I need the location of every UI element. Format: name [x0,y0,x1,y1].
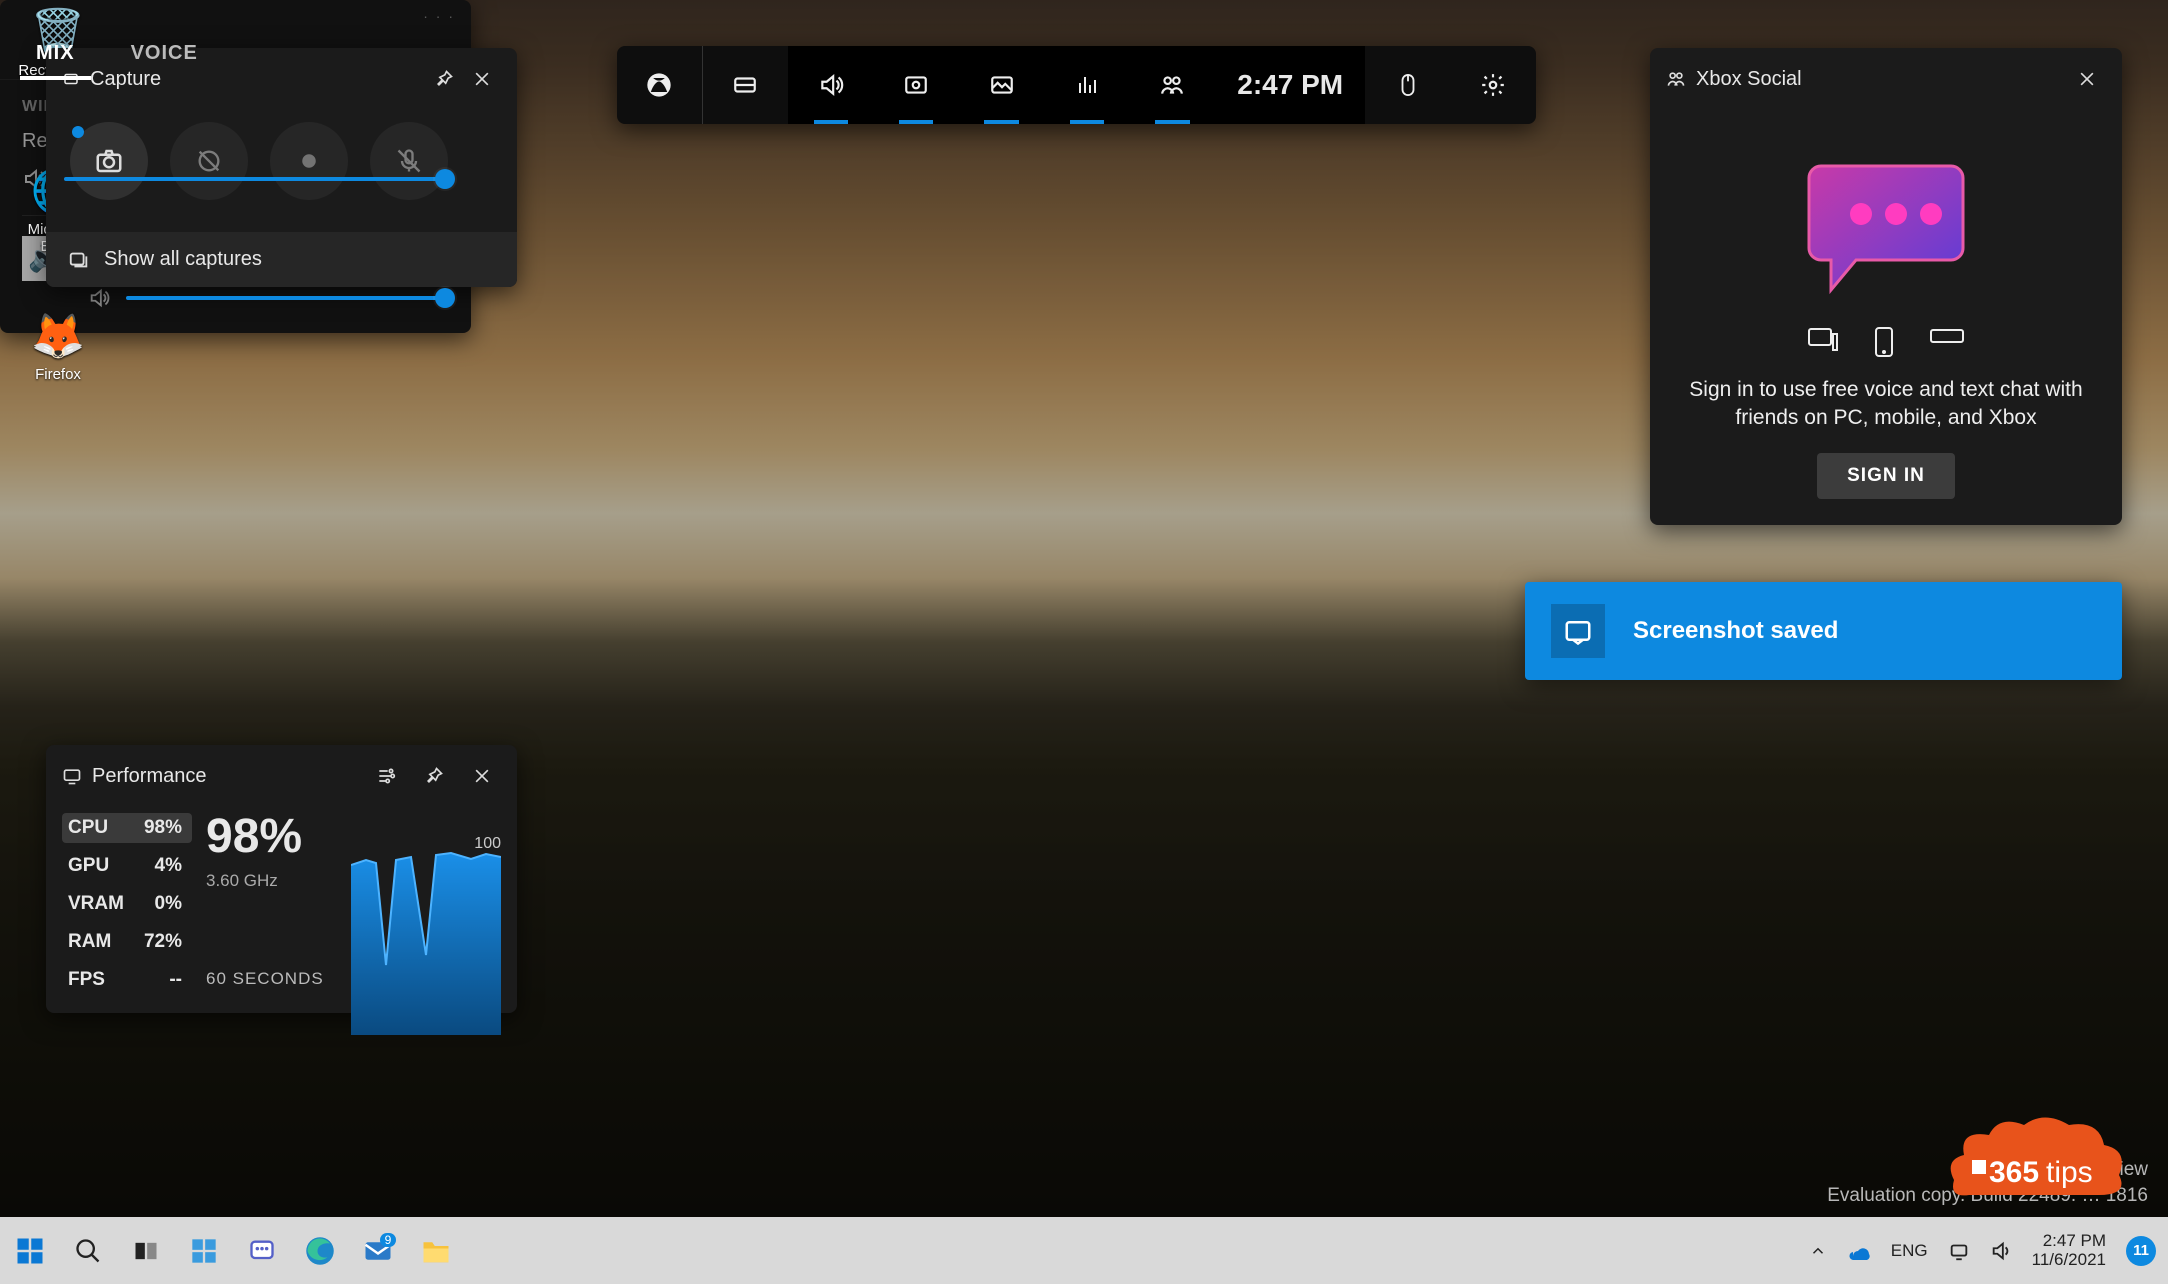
gamebar-toolbar: 2:47 PM [617,46,1536,124]
gallery-button[interactable] [959,46,1044,124]
mail-button[interactable]: 9 [360,1233,396,1269]
sign-in-button[interactable]: SIGN IN [1817,453,1955,499]
365tips-logo: 365 tips [1934,1110,2134,1220]
start-button[interactable] [12,1233,48,1269]
capture-button[interactable] [873,46,958,124]
record-last-button[interactable] [170,122,248,200]
svg-text:365: 365 [1989,1156,2039,1189]
svg-text:tips: tips [2046,1156,2093,1189]
close-button[interactable] [463,60,501,98]
search-button[interactable] [70,1233,106,1269]
explorer-button[interactable] [418,1233,454,1269]
xbox-button[interactable] [617,46,703,124]
xbox-social-panel: Xbox Social Sign in to use free voice an… [1650,48,2122,525]
pin-button[interactable] [415,757,453,795]
chat-art-icon [1781,136,1991,306]
network-icon[interactable] [1948,1240,1970,1262]
mic-toggle-button[interactable] [370,122,448,200]
start-recording-button[interactable] [270,122,348,200]
taskbar-clock[interactable]: 2:47 PM 11/6/2021 [2032,1232,2106,1269]
notification-count[interactable]: 11 [2126,1236,2156,1266]
performance-title: Performance [92,765,207,788]
stat-cpu[interactable]: CPU98% [62,813,192,843]
close-button[interactable] [2068,60,2106,98]
screenshot-icon [1551,604,1605,658]
pc-icon [1807,326,1839,354]
settings-button[interactable] [1451,46,1536,124]
toast-text: Screenshot saved [1633,617,1838,645]
social-text: Sign in to use free voice and text chat … [1678,376,2094,433]
stat-fps[interactable]: FPS-- [62,965,192,995]
social-title: Xbox Social [1696,68,1802,91]
system-sounds-slider[interactable] [126,296,449,300]
capture-panel: Capture Show all captures [46,48,517,287]
pin-button[interactable] [425,60,463,98]
mouse-button[interactable] [1365,46,1450,124]
graph-axis-duration: 60 SECONDS [206,969,324,989]
stat-ram[interactable]: RAM72% [62,927,192,957]
stat-list: CPU98% GPU4% VRAM0% RAM72% FPS-- [62,813,192,995]
mobile-icon [1873,326,1895,358]
tab-voice[interactable]: VOICE [103,28,226,79]
widgets-button[interactable] [186,1233,222,1269]
screenshot-saved-toast[interactable]: Screenshot saved [1525,582,2122,680]
edge-button[interactable] [302,1233,338,1269]
desktop-icon-firefox[interactable]: 🦊 Firefox [10,310,106,383]
taskbar: 9 ENG 2:47 PM 11/6/2021 11 [0,1217,2168,1284]
tab-mix[interactable]: MIX [8,28,103,79]
mail-badge: 9 [380,1233,397,1247]
language-indicator[interactable]: ENG [1891,1241,1928,1261]
stat-vram[interactable]: VRAM0% [62,889,192,919]
console-icon [1929,326,1965,346]
task-view-button[interactable] [128,1233,164,1269]
tray-chevron-icon[interactable] [1809,1242,1827,1260]
stat-gpu[interactable]: GPU4% [62,851,192,881]
show-all-captures-button[interactable]: Show all captures [46,232,517,287]
volume-icon[interactable] [1990,1240,2012,1262]
performance-button[interactable] [1044,46,1129,124]
social-button[interactable] [1130,46,1215,124]
screenshot-button[interactable] [70,122,148,200]
toolbar-clock: 2:47 PM [1215,46,1365,124]
perf-options-button[interactable] [367,757,405,795]
performance-icon [62,766,82,786]
chat-button[interactable] [244,1233,280,1269]
close-button[interactable] [463,757,501,795]
performance-panel: Performance CPU98% GPU4% VRAM0% RAM72% F… [46,745,517,1013]
audio-button[interactable] [788,46,873,124]
widgets-button[interactable] [703,46,788,124]
show-all-label: Show all captures [104,248,262,271]
master-volume-slider[interactable] [64,177,449,181]
gallery-icon [68,249,90,271]
cpu-graph [351,845,501,1035]
firefox-icon: 🦊 [10,310,106,362]
social-icon [1666,69,1686,89]
desktop-icon-label: Firefox [35,366,81,383]
onedrive-icon[interactable] [1847,1242,1871,1260]
